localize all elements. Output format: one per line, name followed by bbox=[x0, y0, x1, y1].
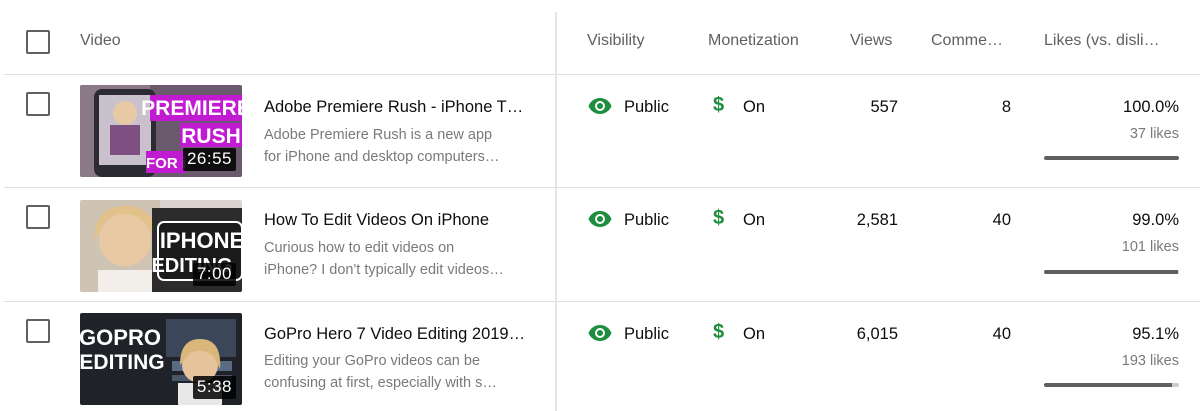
header-likes[interactable]: Likes (vs. disli… bbox=[1044, 32, 1160, 50]
video-title[interactable]: Adobe Premiere Rush - iPhone T… bbox=[264, 98, 532, 117]
monetization-status[interactable]: On bbox=[743, 325, 765, 344]
dollar-icon: $ bbox=[713, 94, 725, 116]
thumbnail-text: FOR i bbox=[146, 155, 186, 172]
video-title[interactable]: GoPro Hero 7 Video Editing 2019… bbox=[264, 325, 532, 344]
table-row: PREMIERE RUSH FOR i 26:55 Adobe Premiere… bbox=[0, 75, 1200, 188]
visibility-status[interactable]: Public bbox=[624, 98, 669, 117]
row-checkbox[interactable] bbox=[26, 319, 50, 343]
likes-percentage: 95.1% bbox=[1132, 325, 1179, 343]
dollar-icon: $ bbox=[713, 207, 725, 229]
header-comments[interactable]: Comme… bbox=[931, 32, 1003, 50]
eye-icon bbox=[588, 98, 612, 114]
likes-count: 101 likes bbox=[1121, 239, 1179, 255]
thumbnail-text: PREMIERE bbox=[141, 97, 242, 120]
views-count: 2,581 bbox=[856, 211, 898, 229]
video-description: Adobe Premiere Rush is a new app for iPh… bbox=[264, 124, 532, 168]
dollar-icon: $ bbox=[713, 321, 725, 343]
description-line: Editing your GoPro videos can be bbox=[264, 353, 481, 369]
header-monetization[interactable]: Monetization bbox=[708, 32, 799, 50]
header-views[interactable]: Views bbox=[850, 32, 892, 50]
video-thumbnail[interactable]: GOPRO EDITING 5:38 bbox=[80, 313, 242, 405]
likes-bar bbox=[1044, 156, 1179, 160]
likes-bar bbox=[1044, 383, 1179, 387]
video-duration: 26:55 bbox=[182, 148, 236, 171]
description-line: iPhone? I don't typically edit videos… bbox=[264, 262, 504, 278]
table-header: Video Visibility Monetization Views Comm… bbox=[0, 0, 1200, 75]
thumbnail-text: IPHONE bbox=[160, 228, 242, 253]
thumbnail-text: RUSH bbox=[181, 125, 241, 148]
header-video[interactable]: Video bbox=[80, 32, 121, 50]
eye-icon bbox=[588, 325, 612, 341]
visibility-status[interactable]: Public bbox=[624, 211, 669, 230]
likes-bar-fill bbox=[1044, 270, 1178, 274]
visibility-status[interactable]: Public bbox=[624, 325, 669, 344]
video-table: Video Visibility Monetization Views Comm… bbox=[0, 0, 1200, 411]
likes-bar-fill bbox=[1044, 383, 1173, 387]
video-thumbnail[interactable]: IPHONE EDITING 7:00 bbox=[80, 200, 242, 292]
monetization-status[interactable]: On bbox=[743, 98, 765, 117]
video-title[interactable]: How To Edit Videos On iPhone bbox=[264, 211, 532, 230]
comments-count: 40 bbox=[992, 325, 1011, 343]
description-line: confusing at first, especially with s… bbox=[264, 375, 497, 391]
description-line: Curious how to edit videos on bbox=[264, 240, 455, 256]
description-line: Adobe Premiere Rush is a new app bbox=[264, 127, 493, 143]
header-visibility[interactable]: Visibility bbox=[587, 32, 645, 50]
views-count: 6,015 bbox=[856, 325, 898, 343]
select-all-checkbox[interactable] bbox=[26, 30, 50, 54]
likes-percentage: 100.0% bbox=[1123, 98, 1179, 116]
likes-percentage: 99.0% bbox=[1132, 211, 1179, 229]
row-checkbox[interactable] bbox=[26, 92, 50, 116]
table-row: IPHONE EDITING 7:00 How To Edit Videos O… bbox=[0, 188, 1200, 302]
monetization-status[interactable]: On bbox=[743, 211, 765, 230]
video-description: Editing your GoPro videos can be confusi… bbox=[264, 350, 532, 394]
description-line: for iPhone and desktop computers… bbox=[264, 149, 500, 165]
likes-bar-fill bbox=[1044, 156, 1179, 160]
likes-count: 193 likes bbox=[1121, 353, 1179, 369]
likes-count: 37 likes bbox=[1129, 126, 1179, 142]
video-thumbnail[interactable]: PREMIERE RUSH FOR i 26:55 bbox=[80, 85, 242, 177]
comments-count: 40 bbox=[992, 211, 1011, 229]
table-row: GOPRO EDITING 5:38 GoPro Hero 7 Video Ed… bbox=[0, 302, 1200, 411]
video-duration: 5:38 bbox=[192, 376, 236, 399]
video-duration: 7:00 bbox=[192, 263, 236, 286]
video-description: Curious how to edit videos on iPhone? I … bbox=[264, 237, 532, 281]
thumbnail-text: EDITING bbox=[80, 351, 165, 374]
thumbnail-text: GOPRO bbox=[80, 325, 161, 350]
views-count: 557 bbox=[870, 98, 898, 116]
comments-count: 8 bbox=[1001, 98, 1011, 116]
likes-bar bbox=[1044, 270, 1179, 274]
eye-icon bbox=[588, 211, 612, 227]
row-checkbox[interactable] bbox=[26, 205, 50, 229]
